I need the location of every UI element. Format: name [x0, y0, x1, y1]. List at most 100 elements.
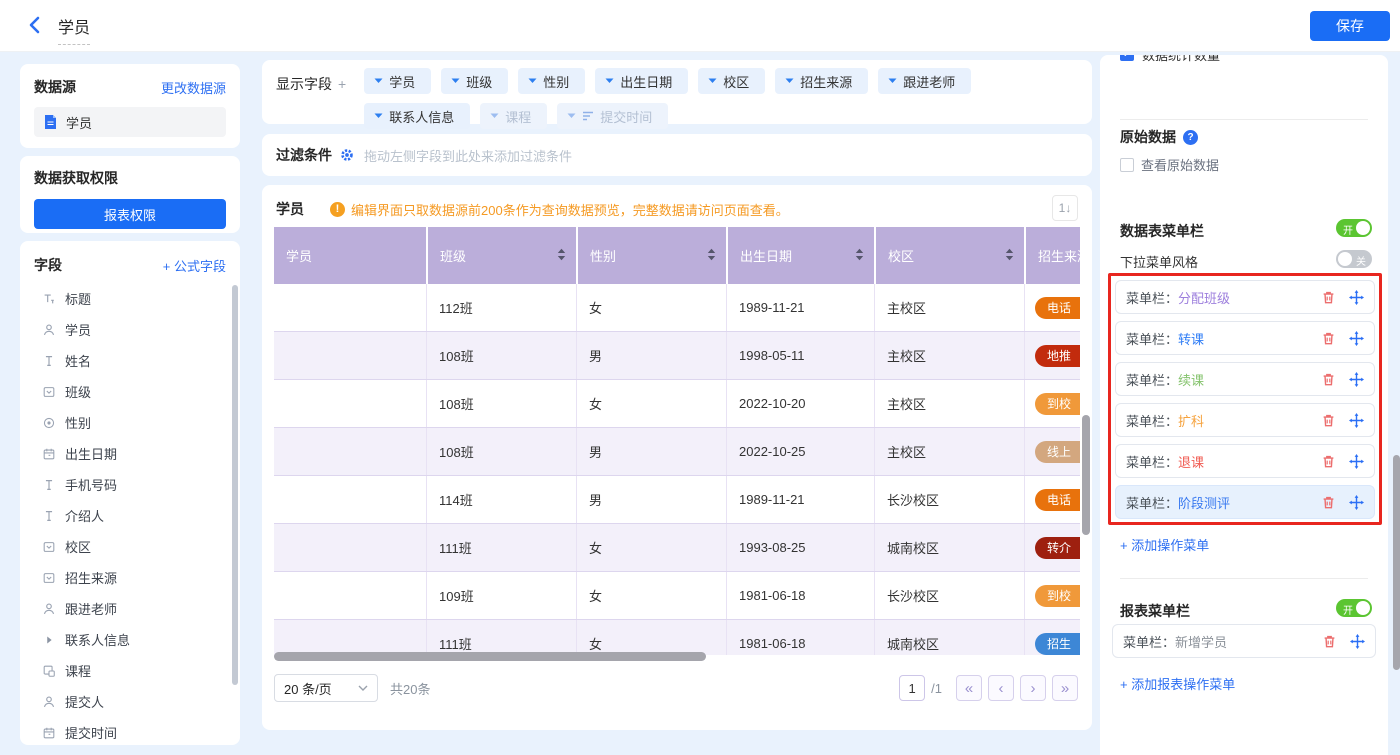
last-page-button[interactable]: »: [1052, 675, 1078, 701]
field-item[interactable]: 提交人: [20, 686, 240, 717]
field-item[interactable]: 标题: [20, 283, 240, 314]
menu-bar-item[interactable]: 菜单栏：转课: [1115, 321, 1375, 355]
column-header-label: 性别: [590, 246, 616, 265]
table-row[interactable]: 111班女1993-08-25城南校区转介: [274, 524, 1080, 572]
sort-arrows-icon[interactable]: [557, 248, 566, 264]
checkbox-checked-icon[interactable]: ✓: [1120, 55, 1134, 61]
table-vertical-scrollbar[interactable]: [1082, 415, 1090, 535]
change-datasource-link[interactable]: 更改数据源: [161, 78, 226, 97]
toggle-knob: [1356, 221, 1370, 235]
raw-data-checkbox-label: 查看原始数据: [1141, 155, 1219, 174]
table-row[interactable]: 108班男1998-05-11主校区地推: [274, 332, 1080, 380]
current-page-input[interactable]: 1: [899, 675, 925, 701]
page-scrollbar[interactable]: [1393, 455, 1400, 670]
gear-icon[interactable]: [339, 148, 354, 163]
field-item[interactable]: 班级: [20, 376, 240, 407]
column-header[interactable]: 校区: [874, 227, 1024, 284]
field-item[interactable]: 课程: [20, 655, 240, 686]
chevron-down-icon: [708, 78, 717, 84]
display-field-tag[interactable]: 课程: [480, 103, 547, 129]
menu-bar-item[interactable]: 菜单栏：扩科: [1115, 403, 1375, 437]
trash-icon[interactable]: [1321, 290, 1336, 305]
field-item[interactable]: 校区: [20, 531, 240, 562]
report-menu-toggle-on[interactable]: 开: [1336, 599, 1372, 617]
column-header[interactable]: 出生日期: [726, 227, 874, 284]
move-icon[interactable]: [1349, 454, 1364, 469]
table-viewport: 学员班级性别出生日期校区招生来源 112班女1989-11-21主校区电话108…: [274, 227, 1080, 655]
question-icon[interactable]: ?: [1183, 130, 1198, 145]
pagination-bar: 20 条/页 共20条 1 /1 « ‹ › »: [274, 673, 1078, 703]
title-icon: [41, 291, 56, 306]
table-row[interactable]: 111班女1981-06-18城南校区招生: [274, 620, 1080, 655]
menu-bar-item[interactable]: 菜单栏：新增学员: [1112, 624, 1376, 658]
add-menu-link[interactable]: + 添加操作菜单: [1120, 535, 1209, 554]
field-item[interactable]: 介绍人: [20, 500, 240, 531]
add-formula-field-link[interactable]: + 公式字段: [163, 256, 226, 275]
move-icon[interactable]: [1350, 634, 1365, 649]
field-item[interactable]: 姓名: [20, 345, 240, 376]
display-field-tag[interactable]: 联系人信息: [364, 103, 470, 129]
field-item[interactable]: 学员: [20, 314, 240, 345]
table-menu-toggle-on[interactable]: 开: [1336, 219, 1372, 237]
table-row[interactable]: 112班女1989-11-21主校区电话: [274, 284, 1080, 332]
display-field-tag[interactable]: 学员: [364, 68, 431, 94]
display-field-tag[interactable]: 出生日期: [595, 68, 688, 94]
display-field-tag[interactable]: 班级: [441, 68, 508, 94]
move-icon[interactable]: [1349, 290, 1364, 305]
table-row[interactable]: 108班男2022-10-25主校区线上: [274, 428, 1080, 476]
sort-arrows-icon[interactable]: [707, 248, 716, 264]
display-field-tag[interactable]: 性别: [518, 68, 585, 94]
menu-bar-item[interactable]: 菜单栏：退课: [1115, 444, 1375, 478]
add-report-menu-link[interactable]: + 添加报表操作菜单: [1120, 674, 1235, 693]
table-row[interactable]: 114班男1989-11-21长沙校区电话: [274, 476, 1080, 524]
display-field-tag[interactable]: 校区: [698, 68, 765, 94]
back-chevron-icon[interactable]: [26, 15, 46, 35]
field-item[interactable]: 手机号码: [20, 469, 240, 500]
next-page-button[interactable]: ›: [1020, 675, 1046, 701]
column-header[interactable]: 班级: [426, 227, 576, 284]
field-item[interactable]: 跟进老师: [20, 593, 240, 624]
display-field-tag[interactable]: 招生来源: [775, 68, 868, 94]
menu-bar-item[interactable]: 菜单栏：阶段测评: [1115, 485, 1375, 519]
field-item[interactable]: 性别: [20, 407, 240, 438]
sort-order-button[interactable]: 1↓: [1052, 195, 1078, 221]
checkbox-unchecked-icon[interactable]: [1120, 158, 1134, 172]
menu-item-name: 扩科: [1178, 411, 1204, 430]
field-item[interactable]: 招生来源: [20, 562, 240, 593]
field-item-label: 出生日期: [65, 444, 117, 463]
datasource-item[interactable]: 学员: [34, 107, 226, 137]
field-item[interactable]: 提交时间: [20, 717, 240, 745]
move-icon[interactable]: [1349, 495, 1364, 510]
field-item[interactable]: 出生日期: [20, 438, 240, 469]
prev-page-button[interactable]: ‹: [988, 675, 1014, 701]
field-item[interactable]: 联系人信息: [20, 624, 240, 655]
trash-icon[interactable]: [1322, 634, 1337, 649]
fields-scrollbar[interactable]: [232, 285, 238, 685]
first-page-button[interactable]: «: [956, 675, 982, 701]
display-field-tag[interactable]: 跟进老师: [878, 68, 971, 94]
table-cell: 114班: [426, 476, 576, 523]
trash-icon[interactable]: [1321, 454, 1336, 469]
table-horizontal-scrollbar[interactable]: [274, 652, 706, 661]
table-row[interactable]: 109班女1981-06-18长沙校区到校: [274, 572, 1080, 620]
sort-arrows-icon[interactable]: [1005, 248, 1014, 264]
move-icon[interactable]: [1349, 372, 1364, 387]
trash-icon[interactable]: [1321, 372, 1336, 387]
page-size-select[interactable]: 20 条/页: [274, 674, 378, 702]
move-icon[interactable]: [1349, 413, 1364, 428]
trash-icon[interactable]: [1321, 495, 1336, 510]
report-permission-button[interactable]: 报表权限: [34, 199, 226, 229]
add-display-field-button[interactable]: +: [338, 76, 346, 92]
trash-icon[interactable]: [1321, 413, 1336, 428]
dropdown-style-toggle-off[interactable]: 关: [1336, 250, 1372, 268]
sort-arrows-icon[interactable]: [855, 248, 864, 264]
trash-icon[interactable]: [1321, 331, 1336, 346]
column-header[interactable]: 性别: [576, 227, 726, 284]
column-header-label: 班级: [440, 246, 466, 265]
table-row[interactable]: 108班女2022-10-20主校区到校: [274, 380, 1080, 428]
menu-bar-item[interactable]: 菜单栏：续课: [1115, 362, 1375, 396]
save-button[interactable]: 保存: [1310, 11, 1390, 41]
move-icon[interactable]: [1349, 331, 1364, 346]
display-field-tag[interactable]: 提交时间: [557, 103, 668, 129]
menu-bar-item[interactable]: 菜单栏：分配班级: [1115, 280, 1375, 314]
